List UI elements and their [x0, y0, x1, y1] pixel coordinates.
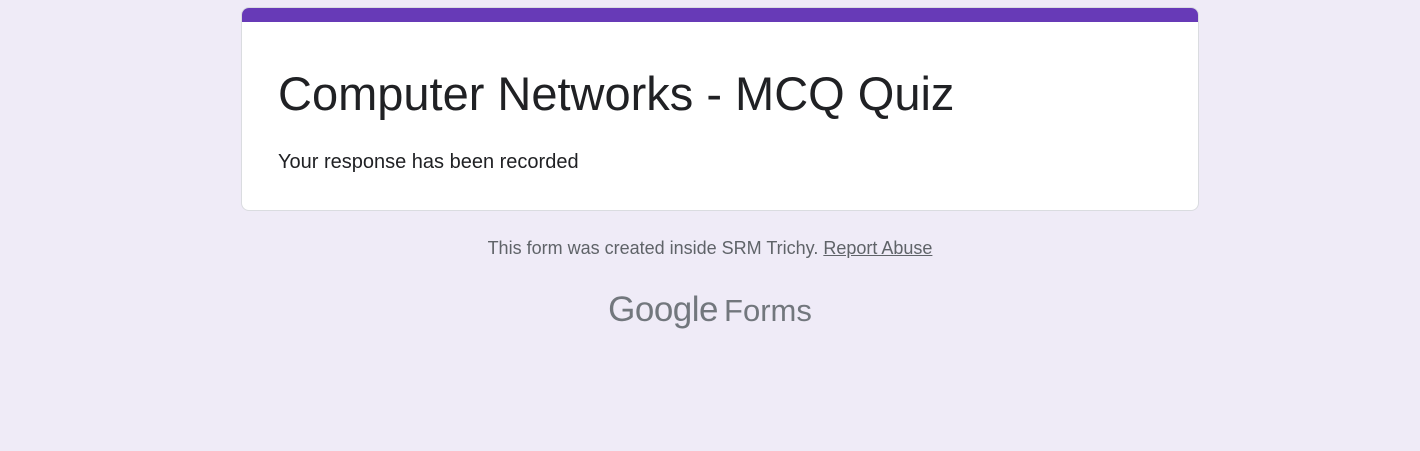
page: Computer Networks - MCQ Quiz Your respon… — [0, 0, 1420, 451]
footer-note-text: This form was created inside SRM Trichy. — [487, 238, 819, 258]
google-forms-logo[interactable]: Google Forms — [0, 288, 1420, 339]
forms-wordmark: Forms — [724, 293, 812, 328]
confirmation-card: Computer Networks - MCQ Quiz Your respon… — [241, 7, 1199, 211]
report-abuse-link[interactable]: Report Abuse — [823, 238, 932, 258]
google-wordmark: Google — [608, 290, 719, 329]
confirmation-message: Your response has been recorded — [278, 151, 579, 173]
form-title: Computer Networks - MCQ Quiz — [278, 67, 955, 120]
footer-note: This form was created inside SRM Trichy.… — [0, 236, 1420, 260]
card-accent-bar — [242, 8, 1198, 22]
